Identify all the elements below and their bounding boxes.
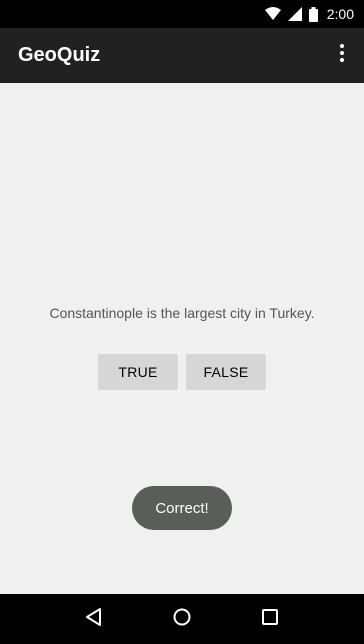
false-button[interactable]: FALSE: [186, 354, 266, 390]
battery-icon: [308, 6, 318, 22]
question-text: Constantinople is the largest city in Tu…: [49, 305, 315, 321]
main-content: Constantinople is the largest city in Tu…: [0, 83, 364, 594]
home-icon: [173, 608, 191, 631]
cell-signal-icon: [287, 7, 302, 21]
status-time: 2:00: [326, 6, 354, 22]
app-title: GeoQuiz: [18, 44, 101, 66]
back-icon: [85, 607, 103, 631]
true-button[interactable]: TRUE: [98, 354, 178, 390]
overflow-menu-button[interactable]: [322, 28, 362, 83]
nav-bar: [0, 594, 364, 644]
wifi-icon: [264, 7, 281, 21]
status-bar: 2:00: [0, 0, 364, 28]
app-bar: GeoQuiz: [0, 28, 364, 83]
home-button[interactable]: [162, 599, 202, 639]
back-button[interactable]: [74, 599, 114, 639]
status-icons: 2:00: [264, 0, 354, 28]
answer-buttons: TRUE FALSE: [0, 354, 364, 390]
recents-button[interactable]: [250, 599, 290, 639]
toast-message: Correct!: [132, 486, 232, 530]
more-vert-icon: [340, 44, 344, 67]
recents-icon: [262, 608, 278, 630]
